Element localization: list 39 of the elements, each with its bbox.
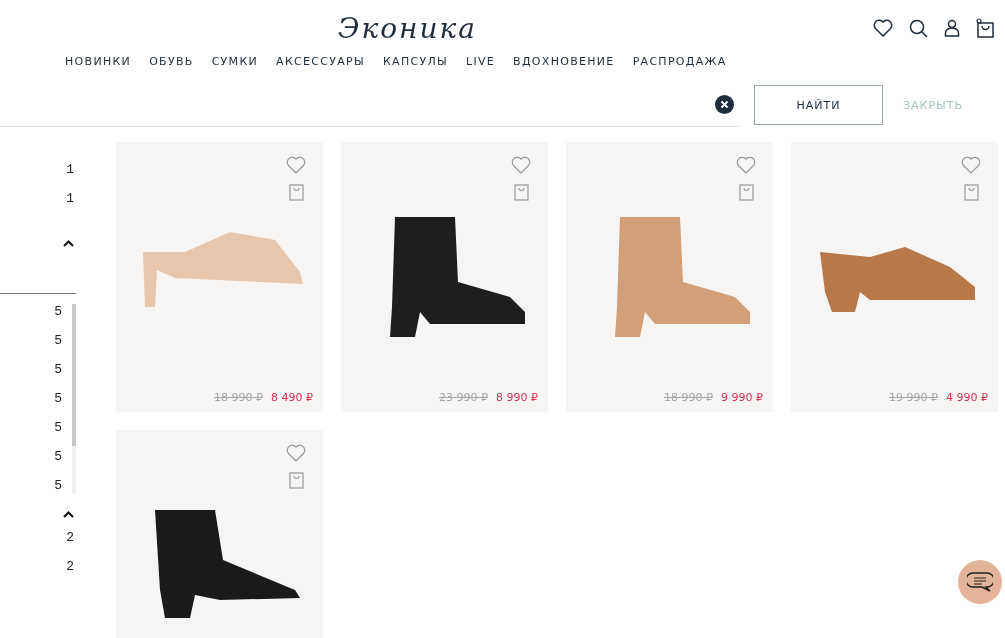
chevron-icon[interactable] bbox=[63, 511, 74, 518]
nav-link[interactable]: АКСЕССУАРЫ bbox=[276, 55, 365, 68]
filter-value[interactable]: 5 bbox=[54, 304, 62, 319]
chat-bubble-icon bbox=[967, 571, 993, 593]
filter-value[interactable]: 5 bbox=[54, 333, 62, 348]
sale-price: 8 490 ₽ bbox=[271, 391, 313, 404]
filter-value[interactable]: 5 bbox=[54, 449, 62, 464]
filter-value[interactable]: 5 bbox=[54, 420, 62, 435]
user-icon[interactable] bbox=[944, 19, 960, 37]
scrollbar[interactable] bbox=[72, 304, 76, 493]
brand-logo[interactable]: Эконика bbox=[338, 11, 477, 45]
sale-price: 4 990 ₽ bbox=[946, 391, 988, 404]
old-price: 19 990 ₽ bbox=[889, 391, 938, 404]
sale-price: 9 990 ₽ bbox=[721, 391, 763, 404]
heart-icon[interactable] bbox=[873, 19, 893, 37]
nav-link[interactable]: КАПСУЛЫ bbox=[382, 55, 449, 68]
filter-value[interactable]: 5 bbox=[54, 478, 62, 493]
sale-price: 8 990 ₽ bbox=[496, 391, 538, 404]
nav-link[interactable]: ВДОХНОВЕНИЕ bbox=[513, 55, 615, 68]
nav-link[interactable]: LIVE bbox=[466, 55, 496, 68]
old-price: 23 990 ₽ bbox=[439, 391, 488, 404]
filter-value[interactable]: 5 bbox=[54, 391, 62, 406]
filter-value[interactable]: 1 bbox=[66, 162, 74, 177]
nav-link[interactable]: СУМКИ bbox=[211, 55, 259, 68]
search-button[interactable]: НАЙТИ bbox=[754, 85, 883, 125]
chevron-icon[interactable] bbox=[63, 240, 74, 247]
filter-value[interactable]: 2 bbox=[66, 530, 74, 545]
nav-link[interactable]: РАСПРОДАЖА bbox=[632, 55, 727, 68]
chat-button[interactable] bbox=[958, 560, 1002, 604]
old-price: 18 990 ₽ bbox=[664, 391, 713, 404]
old-price: 18 990 ₽ bbox=[214, 391, 263, 404]
nav-link[interactable]: ОБУВЬ bbox=[149, 55, 194, 68]
search-icon[interactable] bbox=[909, 18, 928, 38]
filter-value[interactable]: 5 bbox=[54, 362, 62, 377]
clear-icon[interactable] bbox=[715, 95, 734, 114]
filter-value[interactable]: 2 bbox=[66, 559, 74, 574]
filter-value[interactable]: 1 bbox=[66, 191, 74, 206]
shopping-bag-icon[interactable] bbox=[976, 18, 995, 38]
nav-link[interactable]: НОВИНКИ bbox=[65, 55, 132, 68]
